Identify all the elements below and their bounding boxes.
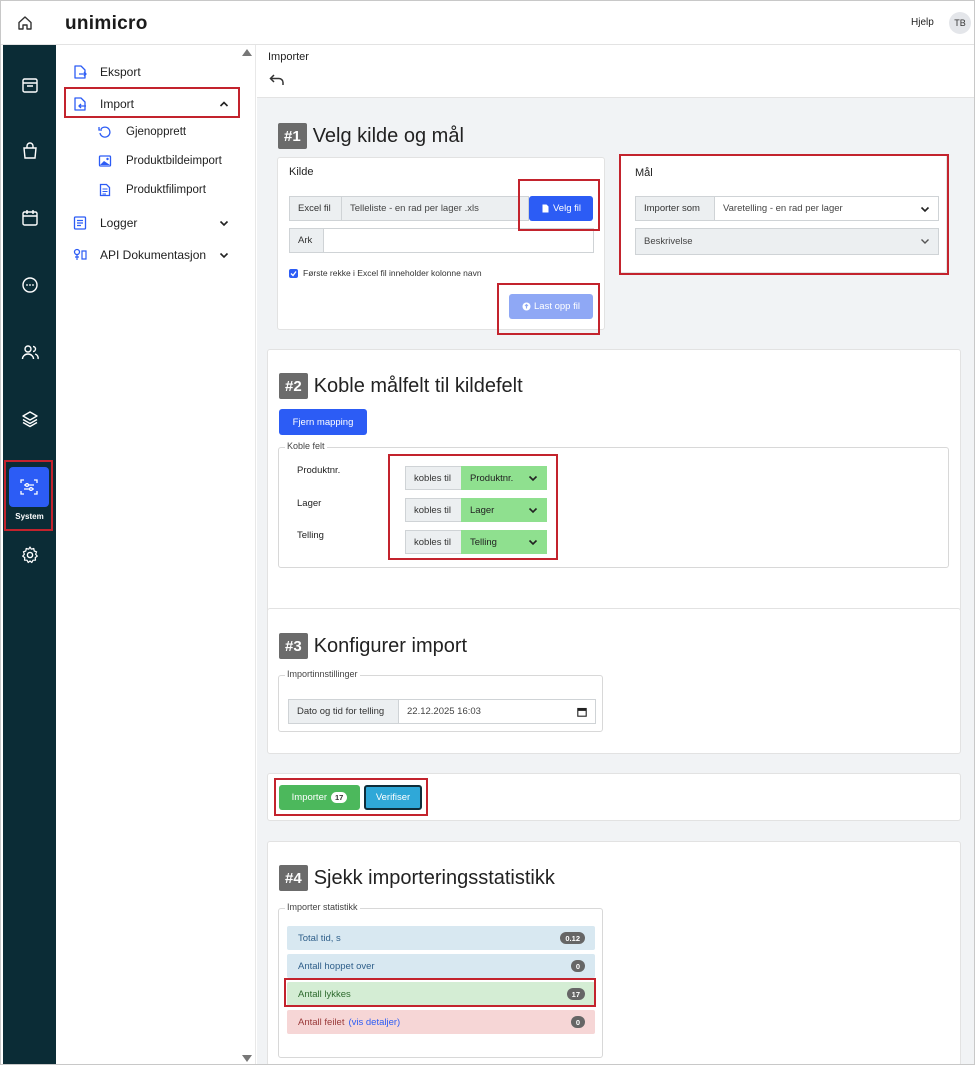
nav-label: Logger bbox=[100, 216, 138, 230]
step-title: Koble målfelt til kildefelt bbox=[313, 374, 523, 397]
gear-icon[interactable] bbox=[3, 535, 56, 575]
remove-mapping-button[interactable]: Fjern mapping bbox=[279, 409, 367, 435]
nav-sub-produktbildeimport[interactable]: Produktbildeimport bbox=[56, 149, 256, 175]
succeeded-highlight bbox=[284, 978, 596, 1007]
calendar-icon[interactable] bbox=[3, 198, 56, 238]
nav-sub-gjenopprett[interactable]: Gjenopprett bbox=[56, 120, 256, 146]
help-link[interactable]: Hjelp bbox=[911, 17, 934, 28]
mapping-legend: Koble felt bbox=[285, 441, 327, 451]
settings-fieldset: Importinnstillinger Dato og tid for tell… bbox=[278, 669, 603, 732]
mapping-highlight bbox=[388, 454, 558, 560]
stat-badge: 0 bbox=[570, 960, 585, 972]
header-row-checkbox-row: Første rekke i Excel fil inneholder kolo… bbox=[289, 268, 482, 278]
header-row-checkbox[interactable] bbox=[289, 268, 298, 278]
date-value: 22.12.2025 16:03 bbox=[407, 706, 481, 717]
top-bar: unimicro Hjelp TB bbox=[1, 1, 974, 45]
nav-sub-produktfilimport[interactable]: Produktfilimport bbox=[56, 178, 256, 204]
stat-row-total-time: Total tid, s 0.12 bbox=[287, 926, 595, 950]
step-number: #4 bbox=[279, 865, 308, 891]
stat-row-failed: Antall feilet (vis detaljer) 0 bbox=[287, 1010, 595, 1034]
log-icon bbox=[72, 215, 88, 236]
system-highlight bbox=[4, 460, 53, 531]
nav-sub-label: Produktfilimport bbox=[126, 184, 206, 196]
target-field-label: Telling bbox=[297, 530, 324, 541]
home-icon[interactable] bbox=[1, 1, 49, 45]
ark-label: Ark bbox=[289, 228, 324, 253]
actions-highlight bbox=[274, 778, 428, 816]
chevron-down-icon bbox=[218, 248, 230, 266]
nav-label: API Dokumentasjon bbox=[100, 248, 207, 262]
target-field-label: Produktnr. bbox=[297, 465, 341, 476]
date-input[interactable]: 22.12.2025 16:03 bbox=[398, 699, 596, 724]
step-number: #1 bbox=[278, 123, 307, 149]
export-icon bbox=[72, 64, 88, 85]
settings-legend: Importinnstillinger bbox=[285, 669, 360, 679]
stat-row-skipped: Antall hoppet over 0 bbox=[287, 954, 595, 978]
step-number: #3 bbox=[279, 633, 308, 659]
view-details-link[interactable]: (vis detaljer) bbox=[348, 1017, 400, 1028]
choose-file-highlight bbox=[518, 179, 600, 231]
back-arrow-icon[interactable] bbox=[269, 73, 285, 92]
date-label: Dato og tid for telling bbox=[288, 699, 399, 724]
file-import-icon bbox=[98, 183, 112, 202]
excel-file-field: Telleliste - en rad per lager .xls bbox=[341, 196, 529, 221]
target-field-label: Lager bbox=[297, 498, 322, 509]
nav-sub-label: Gjenopprett bbox=[126, 126, 187, 138]
avatar[interactable]: TB bbox=[949, 12, 971, 34]
nav-item-eksport[interactable]: Eksport bbox=[56, 58, 256, 86]
scroll-up-arrow[interactable] bbox=[242, 49, 252, 56]
nav-label: Eksport bbox=[100, 65, 141, 79]
stats-legend: Importer statistikk bbox=[285, 902, 360, 912]
api-icon bbox=[72, 247, 88, 268]
calendar-icon[interactable] bbox=[577, 707, 587, 720]
image-import-icon bbox=[98, 154, 112, 173]
step4-heading: #4 Sjekk importeringsstatistikk bbox=[279, 865, 555, 891]
breadcrumb: Importer bbox=[268, 51, 309, 63]
step3-heading: #3 Konfigurer import bbox=[279, 633, 467, 659]
restore-icon bbox=[98, 125, 112, 144]
main-content: Importer #1 Velg kilde og mål Kilde Exce… bbox=[257, 45, 974, 1064]
step-title: Konfigurer import bbox=[313, 634, 468, 657]
chevron-down-icon bbox=[218, 216, 230, 234]
header-row-checkbox-label: Første rekke i Excel fil inneholder kolo… bbox=[303, 268, 482, 278]
nav-sub-label: Produktbildeimport bbox=[126, 155, 222, 167]
scroll-down-arrow[interactable] bbox=[242, 1055, 252, 1062]
stat-badge: 0.12 bbox=[560, 932, 585, 944]
stat-label: Antall hoppet over bbox=[298, 960, 375, 972]
step-title: Sjekk importeringsstatistikk bbox=[313, 866, 555, 889]
ark-input[interactable] bbox=[323, 228, 594, 253]
stat-label: Antall feilet bbox=[298, 1016, 345, 1028]
import-highlight bbox=[64, 87, 240, 118]
kilde-title: Kilde bbox=[289, 166, 314, 178]
stat-label: Total tid, s bbox=[298, 932, 341, 944]
users-icon[interactable] bbox=[3, 332, 56, 372]
mapping-fieldset: Koble felt Produktnr. Lager Telling kobl… bbox=[278, 441, 949, 568]
nav-item-api-dokumentasjon[interactable]: API Dokumentasjon bbox=[56, 241, 256, 269]
stat-badge: 0 bbox=[570, 1016, 585, 1028]
app-logo[interactable]: unimicro bbox=[65, 13, 148, 35]
step2-heading: #2 Koble målfelt til kildefelt bbox=[279, 373, 523, 399]
nav-item-logger[interactable]: Logger bbox=[56, 209, 256, 237]
chat-icon[interactable] bbox=[3, 265, 56, 305]
step-title: Velg kilde og mål bbox=[312, 124, 464, 147]
upload-highlight bbox=[497, 283, 600, 335]
step1-heading: #1 Velg kilde og mål bbox=[278, 123, 464, 149]
left-rail: System bbox=[3, 45, 56, 1064]
step-number: #2 bbox=[279, 373, 308, 399]
inbox-icon[interactable] bbox=[3, 65, 56, 105]
sub-navigation: Eksport Import Gjenopprett Produktbildei… bbox=[56, 45, 256, 1064]
breadcrumb-bar: Importer bbox=[257, 45, 974, 98]
layers-icon[interactable] bbox=[3, 399, 56, 439]
bag-icon[interactable] bbox=[3, 131, 56, 171]
maal-highlight bbox=[619, 154, 949, 275]
excel-label: Excel fil bbox=[289, 196, 342, 221]
